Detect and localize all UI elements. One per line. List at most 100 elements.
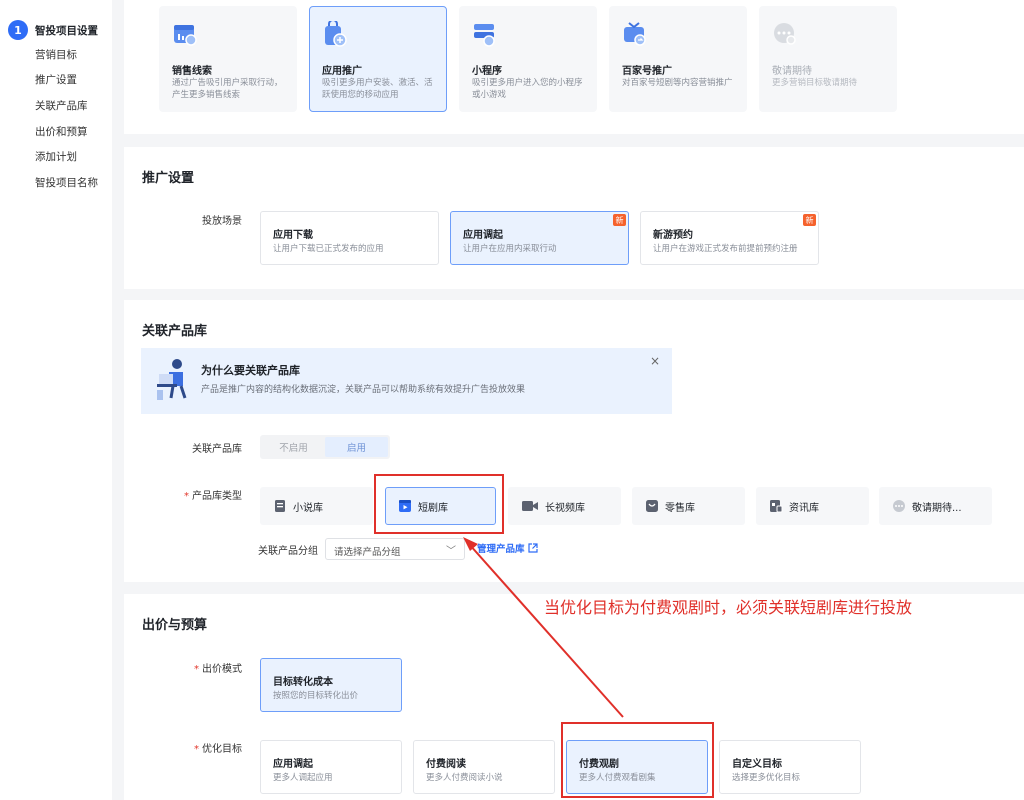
optimize-title: 自定义目标 [732, 759, 782, 770]
library-card-coming-soon: 敬请期待... [879, 487, 992, 525]
info-banner: 为什么要关联产品库 产品是推广内容的结构化数据沉淀，关联产品可以帮助系统有效提升… [141, 348, 672, 414]
sidebar-item-marketing-goal[interactable]: 营销目标 [35, 47, 77, 62]
sales-lead-icon [174, 25, 197, 46]
sidebar-item-bidding-budget[interactable]: 出价和预算 [35, 124, 88, 139]
library-label: 小说库 [293, 502, 323, 514]
highlight-frame-paid-drama [561, 722, 714, 798]
select-placeholder: 请选择产品分组 [334, 547, 401, 558]
goal-title: 小程序 [472, 66, 502, 77]
chevron-down-icon: ﹀ [446, 546, 456, 557]
bid-mode-label: * 出价模式 [194, 660, 242, 675]
required-mark: * [184, 491, 189, 502]
optimize-desc: 更多人付费阅读小说 [426, 773, 503, 783]
info-desc: 产品是推广内容的结构化数据沉淀，关联产品可以帮助系统有效提升广告投放效果 [201, 385, 526, 395]
optimize-card-custom[interactable]: 自定义目标 选择更多优化目标 [719, 740, 861, 794]
toggle-off-option[interactable]: 不启用 [262, 437, 325, 457]
more-icon [893, 500, 905, 512]
optimize-desc: 更多人调起应用 [273, 773, 333, 783]
scene-desc: 让用户在游戏正式发布前提前预约注册 [653, 244, 798, 254]
app-promotion-icon [325, 21, 347, 47]
sidebar-item-promo-settings[interactable]: 推广设置 [35, 72, 77, 87]
scene-card-app-download[interactable]: 应用下载 让用户下载已正式发布的应用 [260, 211, 439, 265]
link-library-toggle: 不启用 启用 [260, 435, 390, 459]
bid-mode-title: 目标转化成本 [273, 677, 333, 688]
optimize-desc: 选择更多优化目标 [732, 773, 801, 783]
baijiahao-icon [624, 22, 646, 46]
library-label: 敬请期待... [912, 502, 962, 514]
promo-settings-panel: 推广设置 投放场景 应用下载 让用户下载已正式发布的应用 应用调起 让用户在应用… [124, 147, 1024, 289]
link-library-label: 关联产品库 [192, 444, 242, 455]
bid-mode-desc: 按照您的目标转化出价 [273, 691, 359, 701]
library-card-long-video[interactable]: 长视频库 [508, 487, 621, 525]
bid-mode-card-target-cpa[interactable]: 目标转化成本 按照您的目标转化出价 [260, 658, 402, 712]
scene-desc: 让用户下载已正式发布的应用 [273, 244, 384, 254]
sidebar-item-product-library[interactable]: 关联产品库 [35, 98, 88, 113]
goal-card-baijiahao[interactable]: 百家号推广 对百家号短剧等内容营销推广 [609, 6, 747, 112]
goal-title: 敬请期待 [772, 66, 812, 77]
library-label: 资讯库 [789, 502, 819, 514]
external-link-icon [528, 543, 538, 553]
section-title: 出价与预算 [142, 618, 208, 633]
retail-icon [646, 500, 658, 512]
library-card-novel[interactable]: 小说库 [260, 487, 373, 525]
person-laptop-illustration [157, 359, 187, 400]
news-icon [770, 500, 783, 513]
optimize-card-paid-reading[interactable]: 付费阅读 更多人付费阅读小说 [413, 740, 555, 794]
library-label: 长视频库 [545, 502, 585, 514]
library-type-text: 产品库类型 [192, 491, 242, 502]
sidebar-item-add-plan[interactable]: 添加计划 [35, 149, 77, 164]
new-badge: 新 [803, 214, 816, 226]
scene-label: 投放场景 [202, 216, 242, 227]
product-group-label: 关联产品分组 [258, 546, 318, 557]
scene-title: 应用调起 [463, 230, 503, 241]
manage-library-text: 管理产品库 [477, 544, 525, 555]
bid-mode-text: 出价模式 [202, 664, 242, 675]
section-title: 推广设置 [142, 171, 195, 186]
goal-title: 应用推广 [322, 66, 362, 77]
goal-desc: 更多营销目标敬请期待 [772, 78, 858, 88]
goal-card-coming-soon: 敬请期待 更多营销目标敬请期待 [759, 6, 897, 112]
scene-card-app-wakeup[interactable]: 应用调起 让用户在应用内采取行动 新 [450, 211, 629, 265]
toggle-on-option[interactable]: 启用 [325, 437, 388, 457]
marketing-goal-panel: 销售线索 通过广告吸引用户采取行动，产生更多销售线索 应用推广 吸引更多用户安装… [124, 0, 1024, 134]
library-card-news[interactable]: 资讯库 [756, 487, 869, 525]
goal-desc: 通过广告吸引用户采取行动，产生更多销售线索 [172, 78, 283, 100]
sidebar-step-current[interactable]: 1 智投项目设置 [8, 20, 98, 40]
scene-card-game-reservation[interactable]: 新游预约 让用户在游戏正式发布前提前预约注册 新 [640, 211, 819, 265]
highlight-frame-short-drama [374, 474, 504, 534]
scene-title: 应用下载 [273, 230, 313, 241]
required-mark: * [194, 744, 199, 755]
step-number-badge: 1 [8, 20, 28, 40]
info-title: 为什么要关联产品库 [201, 364, 300, 377]
product-library-panel: 关联产品库 为什么要关联产品库 产品是推广内容的结构化数据沉淀，关联产品可以帮助… [124, 300, 1024, 582]
new-badge: 新 [613, 214, 626, 226]
sidebar-item-project-name[interactable]: 智投项目名称 [35, 175, 98, 190]
optimize-goal-text: 优化目标 [202, 744, 242, 755]
more-icon [774, 23, 796, 45]
sidebar: 1 智投项目设置 营销目标 推广设置 关联产品库 出价和预算 添加计划 智投项目… [0, 0, 112, 800]
goal-card-app-promotion[interactable]: 应用推广 吸引更多用户安装、激活、活跃使用您的移动应用 [309, 6, 447, 112]
close-icon[interactable]: × [650, 354, 660, 368]
optimize-title: 付费阅读 [426, 759, 466, 770]
product-group-select[interactable]: 请选择产品分组 ﹀ [325, 538, 465, 560]
mini-program-icon [474, 24, 495, 47]
goal-card-mini-program[interactable]: 小程序 吸引更多用户进入您的小程序或小游戏 [459, 6, 597, 112]
goal-desc: 吸引更多用户进入您的小程序或小游戏 [472, 78, 583, 100]
scene-title: 新游预约 [653, 230, 693, 241]
goal-desc: 对百家号短剧等内容营销推广 [622, 78, 733, 88]
goal-title: 销售线索 [172, 66, 212, 77]
library-type-label: * 产品库类型 [184, 487, 242, 502]
goal-card-sales-lead[interactable]: 销售线索 通过广告吸引用户采取行动，产生更多销售线索 [159, 6, 297, 112]
required-mark: * [194, 664, 199, 675]
optimize-title: 应用调起 [273, 759, 313, 770]
manage-library-link[interactable]: 管理产品库 [477, 541, 538, 555]
sidebar-step-label: 智投项目设置 [35, 24, 98, 37]
optimize-goal-label: * 优化目标 [194, 740, 242, 755]
section-title: 关联产品库 [142, 324, 208, 339]
optimize-card-app-wakeup[interactable]: 应用调起 更多人调起应用 [260, 740, 402, 794]
long-video-icon [522, 501, 538, 511]
library-card-retail[interactable]: 零售库 [632, 487, 745, 525]
goal-desc: 吸引更多用户安装、激活、活跃使用您的移动应用 [322, 78, 433, 100]
library-label: 零售库 [665, 502, 695, 514]
annotation-text: 当优化目标为付费观剧时，必须关联短剧库进行投放 [544, 598, 913, 617]
